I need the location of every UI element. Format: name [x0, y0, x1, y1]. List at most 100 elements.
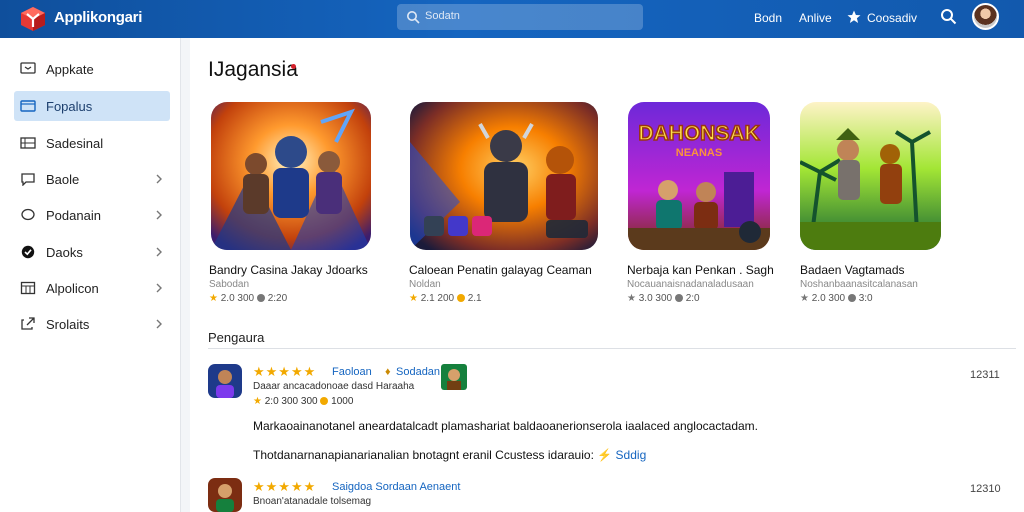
sidebar-item-label: Sadesinal — [46, 136, 104, 151]
app-name[interactable]: Applikongari — [54, 9, 142, 26]
card-subtitle: Sabodan — [209, 279, 250, 290]
reviewer-avatar-icon — [208, 364, 242, 398]
notification-dot — [291, 64, 296, 69]
window-icon — [20, 100, 36, 112]
card-title[interactable]: Bandry Casina Jakay Jdoarks — [209, 263, 368, 277]
review-date: 12310 — [970, 483, 1001, 495]
rating-stars: ★★★★★ — [253, 364, 317, 379]
adventure-art-icon: DAHONSAK NEANAS — [628, 102, 770, 250]
sidebar-item-alpolicon[interactable]: Alpolicon — [14, 273, 170, 303]
page-title: IJagansia — [208, 58, 298, 81]
coin-icon — [320, 397, 329, 405]
sidebar-item-label: Podanain — [46, 208, 101, 223]
review-link[interactable]: Sddig — [616, 448, 647, 462]
reviewer-avatar-icon — [208, 478, 242, 512]
sidebar-item-label: Srolaits — [46, 317, 90, 332]
reviewer-avatar[interactable] — [208, 364, 242, 398]
star-icon: ★ — [800, 293, 809, 304]
review-body-line2: Thotdanarnanapianarianalian bnotagnt era… — [253, 448, 646, 462]
user-avatar[interactable] — [972, 3, 999, 30]
game-card-image[interactable]: DAHONSAK NEANAS — [628, 102, 770, 250]
chevron-right-icon — [156, 210, 162, 220]
chevron-right-icon — [156, 283, 162, 293]
card-count: 2.1 — [467, 293, 482, 304]
review-subtitle: Daaar ancacadonoae dasd Haraaha — [253, 381, 415, 392]
jungle-art-icon — [800, 102, 941, 250]
card-count: 2:20 — [267, 293, 288, 304]
card-count: 2:0 — [685, 293, 700, 304]
game-card-image[interactable] — [211, 102, 371, 250]
sidebar-item-sadesinal[interactable]: Sadesinal — [14, 128, 170, 158]
star-icon: ★ — [209, 293, 218, 304]
art-subtitle: NEANAS — [676, 147, 722, 159]
card-rating: 2.1 200 — [420, 293, 455, 304]
sidebar-item-daoks[interactable]: Daoks — [14, 237, 170, 267]
sidebar-item-fopalus[interactable]: Fopalus — [14, 91, 170, 121]
nav-link-1[interactable]: Bodn — [754, 11, 782, 25]
review-meta: ★ 2:0 300 300 1000 — [253, 396, 353, 407]
sidebar-item-appkate[interactable]: Appkate — [14, 54, 170, 84]
coin-icon — [456, 294, 465, 302]
nav-link-2[interactable]: Anlive — [799, 11, 832, 25]
review-meta-value: 2:0 300 300 — [264, 396, 318, 407]
divider — [208, 348, 1016, 349]
search-icon — [407, 11, 420, 24]
chat-icon — [21, 173, 35, 186]
review-subtitle: Bnoan'atanadale tolsemag — [253, 496, 372, 507]
star-icon: ★ — [409, 293, 418, 304]
card-subtitle: Noshanbaanasitcalanasan — [800, 279, 918, 290]
review-tag[interactable]: Sodadan — [396, 366, 440, 378]
star-icon: ★ — [253, 396, 262, 407]
sidebar: Appkate Fopalus Sadesinal Baole Podanain… — [0, 38, 181, 512]
leaf-icon: ♦ — [385, 366, 391, 378]
download-icon — [847, 294, 856, 302]
game-thumbnail[interactable] — [441, 364, 467, 390]
reviewer-name[interactable]: Saigdoa Sordaan Aenaent — [332, 481, 460, 493]
card-count: 3:0 — [858, 293, 873, 304]
review-date: 12311 — [970, 369, 1000, 381]
monitor-icon — [20, 62, 36, 74]
reviewer-name[interactable]: Faoloan — [332, 366, 372, 378]
reviewer-avatar[interactable] — [208, 478, 242, 512]
main-content: IJagansia Bandry Casina Jakay Jdoarks Sa… — [190, 38, 1024, 512]
chevron-right-icon — [156, 319, 162, 329]
sidebar-item-label: Daoks — [46, 245, 83, 260]
star-icon — [847, 10, 861, 23]
grid-icon — [20, 137, 36, 149]
download-icon — [256, 294, 265, 302]
card-title[interactable]: Nerbaja kan Penkan . Sagh — [627, 263, 774, 277]
search-bar[interactable]: Sodatn — [397, 4, 643, 30]
game-card-image[interactable] — [800, 102, 941, 250]
share-icon — [21, 317, 35, 330]
card-rating: 3.0 300 — [638, 293, 673, 304]
card-rating: 2.0 300 — [220, 293, 255, 304]
sidebar-item-srolaits[interactable]: Srolaits — [14, 309, 170, 339]
lightning-icon: ⚡ — [597, 448, 613, 462]
art-wordmark: DAHONSAK — [638, 122, 759, 145]
sidebar-item-podanain[interactable]: Podanain — [14, 200, 170, 230]
card-stats: ★ 2.0 300 3:0 — [800, 293, 873, 304]
game-card-image[interactable] — [410, 102, 598, 250]
section-title: Pengaura — [208, 330, 265, 345]
card-stats: ★ 2.0 300 2:20 — [209, 293, 287, 304]
search-input[interactable]: Sodatn — [425, 10, 460, 22]
card-subtitle: Nocauanaisnadanaladusaan — [627, 279, 754, 290]
card-title[interactable]: Badaen Vagtamads — [800, 263, 905, 277]
chevron-right-icon — [156, 247, 162, 257]
card-title[interactable]: Caloean Penatin galayag Ceaman — [409, 263, 592, 277]
app-logo-icon[interactable] — [20, 6, 46, 32]
review-meta-count: 1000 — [331, 396, 354, 407]
top-bar: Applikongari Sodatn Bodn Anlive Coosadiv — [0, 0, 1024, 38]
sidebar-item-baole[interactable]: Baole — [14, 164, 170, 194]
nav-link-3[interactable]: Coosadiv — [867, 11, 917, 25]
sidebar-item-label: Baole — [46, 172, 80, 187]
card-stats: ★ 3.0 300 2:0 — [627, 293, 700, 304]
chevron-right-icon — [156, 174, 162, 184]
card-rating: 2.0 300 — [811, 293, 846, 304]
check-circle-icon — [21, 245, 35, 259]
card-subtitle: Noldan — [409, 279, 441, 290]
game-thumbnail-icon — [441, 364, 467, 390]
search-icon[interactable] — [940, 8, 957, 25]
sidebar-item-label: Fopalus — [46, 99, 93, 114]
sidebar-item-label: Alpolicon — [46, 281, 99, 296]
